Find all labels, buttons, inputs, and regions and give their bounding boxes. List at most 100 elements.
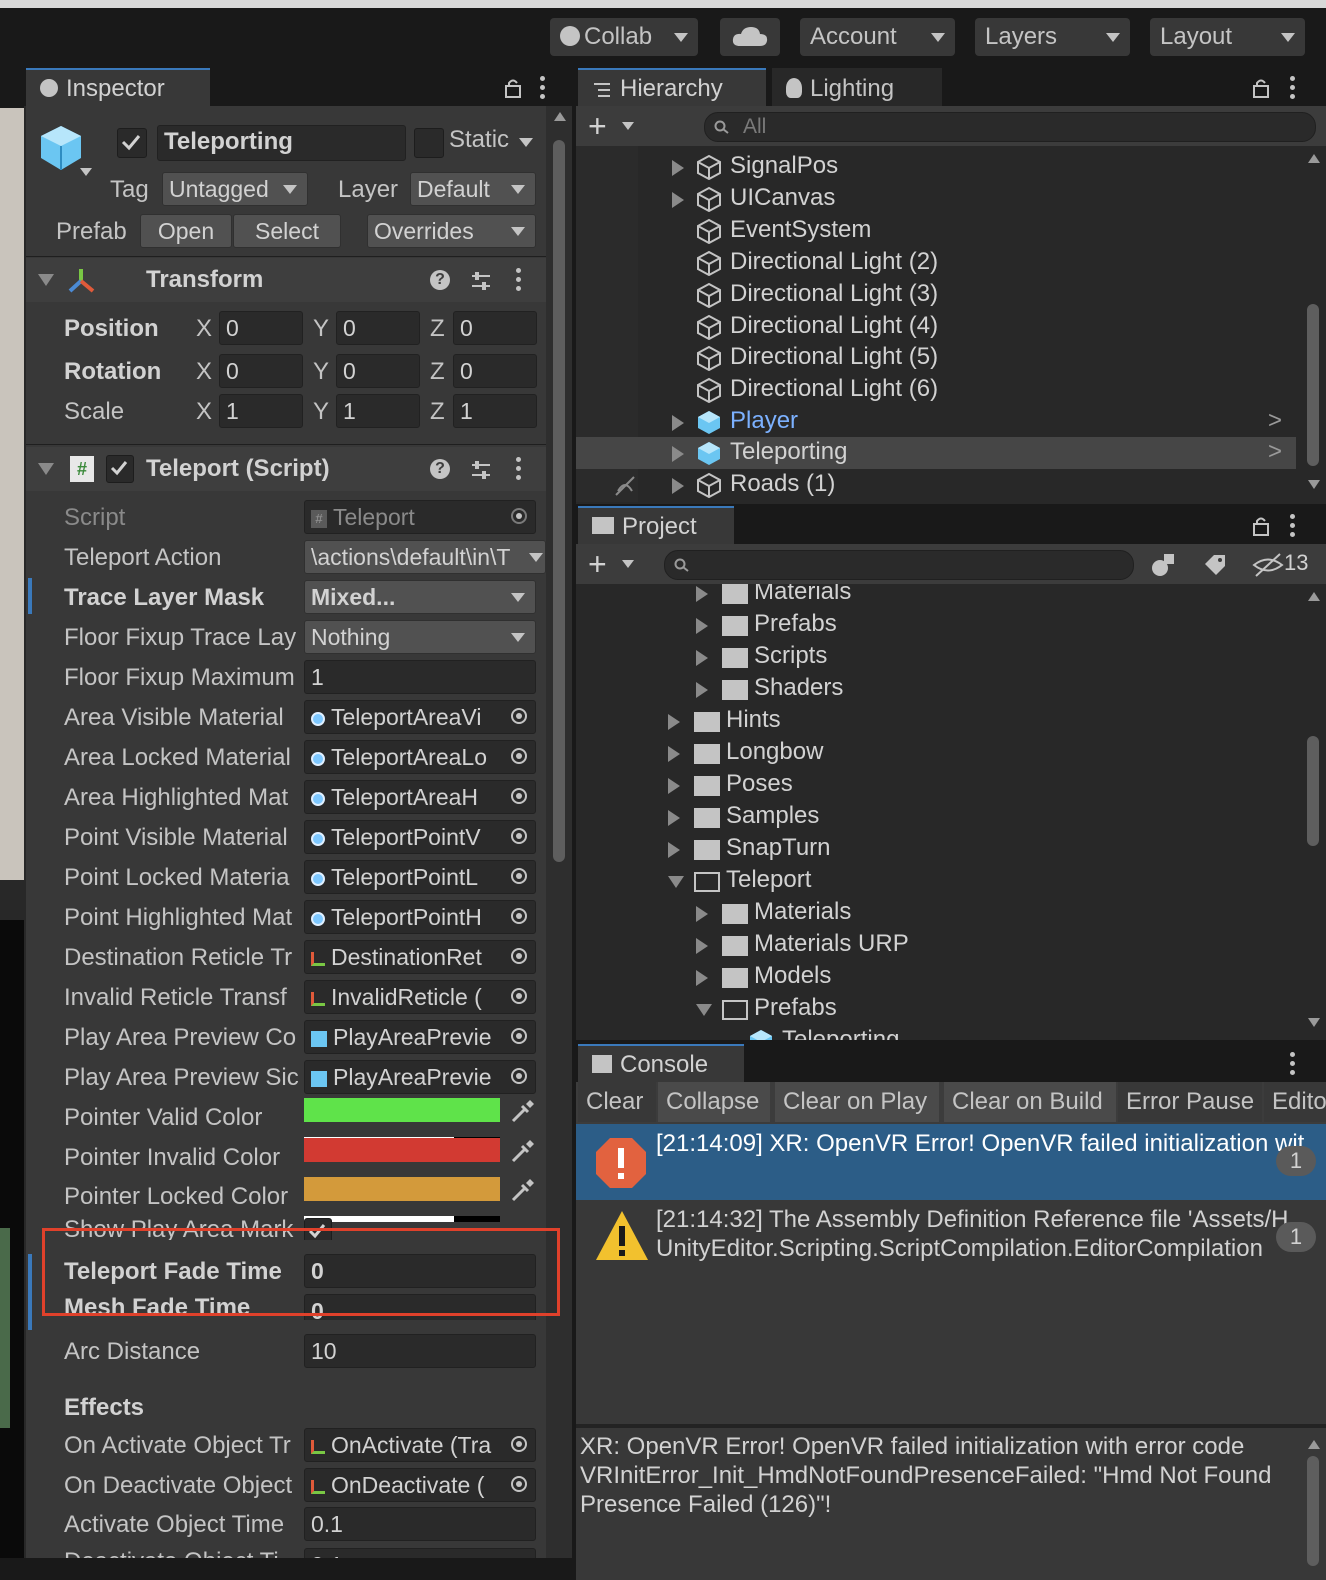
prefab-select-button[interactable]: Select	[233, 214, 341, 248]
rotation-z-input[interactable]: 0	[453, 354, 537, 388]
on-activate-object-field[interactable]: OnActivate (Tra	[304, 1428, 536, 1462]
eyedropper-icon[interactable]	[508, 1098, 536, 1126]
console-clear-on-play-button[interactable]: Clear on Play	[775, 1082, 939, 1122]
pointer-valid-color-swatch[interactable]	[304, 1098, 500, 1143]
object-picker-icon[interactable]	[511, 828, 527, 844]
teleport-action-dropdown[interactable]: \actions\default\in\T	[304, 540, 546, 574]
component-menu-icon[interactable]	[516, 457, 522, 481]
layer-dropdown[interactable]: Default	[410, 172, 536, 206]
help-icon[interactable]: ?	[430, 270, 450, 290]
pointer-locked-color-swatch[interactable]	[304, 1177, 500, 1222]
teleport-script-header[interactable]: # Teleport (Script) ?	[26, 447, 546, 491]
static-chevron-icon[interactable]	[519, 138, 533, 147]
play-area-preview-side-field[interactable]: PlayAreaPrevie	[304, 1060, 536, 1094]
tab-project[interactable]: Project	[578, 506, 734, 544]
prefab-overrides-dropdown[interactable]: Overrides	[367, 214, 536, 248]
prefab-open-button[interactable]: Open	[140, 214, 232, 248]
script-enabled-checkbox[interactable]	[106, 455, 134, 483]
static-checkbox[interactable]	[414, 128, 444, 158]
chevron-down-icon[interactable]	[622, 560, 634, 568]
area-highlighted-material-field[interactable]: TeleportAreaH	[304, 780, 536, 814]
point-locked-material-field[interactable]: TeleportPointL	[304, 860, 536, 894]
console-editor-button[interactable]: Edito	[1264, 1082, 1326, 1122]
hierarchy-scrollbar[interactable]	[1300, 148, 1326, 502]
presets-icon[interactable]	[470, 270, 492, 292]
scene-visibility-icon[interactable]	[612, 473, 638, 499]
console-collapse-button[interactable]: Collapse	[658, 1082, 770, 1122]
hidden-packages-icon[interactable]	[1252, 552, 1284, 578]
transform-header[interactable]: Transform ?	[26, 258, 546, 302]
project-scrollbar[interactable]	[1300, 586, 1326, 1040]
console-log-entry-error[interactable]: [21:14:09] XR: OpenVR Error! OpenVR fail…	[576, 1124, 1326, 1200]
object-name-input[interactable]: Teleporting	[157, 125, 406, 161]
layers-dropdown[interactable]: Layers	[975, 18, 1130, 56]
scale-x-input[interactable]: 1	[219, 394, 303, 428]
presets-icon[interactable]	[470, 459, 492, 481]
tab-inspector[interactable]: Inspector	[26, 68, 210, 106]
kebab-menu-icon[interactable]	[540, 76, 546, 100]
console-detail-scrollbar[interactable]	[1300, 1434, 1326, 1580]
layout-dropdown[interactable]: Layout	[1150, 18, 1305, 56]
object-picker-icon[interactable]	[511, 1068, 527, 1084]
console-clear-on-build-button[interactable]: Clear on Build	[944, 1082, 1116, 1122]
kebab-menu-icon[interactable]	[1290, 1052, 1296, 1076]
object-picker-icon[interactable]	[511, 748, 527, 764]
play-area-preview-corner-field[interactable]: PlayAreaPrevie	[304, 1020, 536, 1054]
point-visible-material-field[interactable]: TeleportPointV	[304, 820, 536, 854]
eyedropper-icon[interactable]	[508, 1138, 536, 1166]
chevron-right-icon[interactable]: >	[1268, 438, 1282, 466]
kebab-menu-icon[interactable]	[1290, 76, 1296, 100]
tab-hierarchy[interactable]: Hierarchy	[578, 68, 766, 106]
console-log-entry-warning[interactable]: [21:14:32] The Assembly Definition Refer…	[576, 1200, 1326, 1276]
add-plus-icon[interactable]: +	[588, 546, 607, 583]
tab-console[interactable]: Console	[578, 1044, 744, 1082]
trace-layer-mask-dropdown[interactable]: Mixed...	[304, 580, 536, 614]
area-visible-material-field[interactable]: TeleportAreaVi	[304, 700, 536, 734]
object-picker-icon[interactable]	[511, 788, 527, 804]
object-picker-icon[interactable]	[511, 708, 527, 724]
search-by-type-icon[interactable]	[1150, 552, 1178, 578]
floor-fixup-trace-dropdown[interactable]: Nothing	[304, 620, 536, 654]
object-picker-icon[interactable]	[511, 948, 527, 964]
tab-lighting[interactable]: Lighting	[772, 68, 942, 106]
position-z-input[interactable]: 0	[453, 311, 537, 345]
lock-icon[interactable]	[1252, 78, 1270, 98]
inspector-scrollbar-thumb[interactable]	[553, 140, 565, 862]
object-picker-icon[interactable]	[511, 908, 527, 924]
hierarchy-scrollbar-thumb[interactable]	[1307, 304, 1319, 466]
lock-icon[interactable]	[504, 78, 522, 98]
deactivate-object-time-input[interactable]: 0.1	[304, 1548, 536, 1558]
arc-distance-input[interactable]: 10	[304, 1334, 536, 1368]
help-icon[interactable]: ?	[430, 459, 450, 479]
label-tag-icon[interactable]	[1202, 552, 1228, 578]
object-picker-icon[interactable]	[511, 1028, 527, 1044]
inspector-scrollbar-track[interactable]	[546, 106, 572, 1580]
eyedropper-icon[interactable]	[508, 1177, 536, 1205]
object-picker-icon[interactable]	[511, 868, 527, 884]
chevron-right-icon[interactable]: >	[1268, 407, 1282, 435]
hierarchy-search-input[interactable]: All	[704, 112, 1316, 142]
point-highlighted-material-field[interactable]: TeleportPointH	[304, 900, 536, 934]
active-checkbox[interactable]	[117, 128, 147, 158]
scale-y-input[interactable]: 1	[336, 394, 420, 428]
position-x-input[interactable]: 0	[219, 311, 303, 345]
rotation-y-input[interactable]: 0	[336, 354, 420, 388]
component-menu-icon[interactable]	[516, 268, 522, 292]
cloud-button[interactable]	[720, 18, 780, 56]
add-plus-icon[interactable]: +	[588, 108, 607, 145]
activate-object-time-input[interactable]: 0.1	[304, 1507, 536, 1541]
project-scrollbar-thumb[interactable]	[1307, 736, 1319, 846]
floor-fixup-maximum-input[interactable]: 1	[304, 660, 536, 694]
kebab-menu-icon[interactable]	[1290, 514, 1296, 538]
console-clear-button[interactable]: Clear	[578, 1082, 656, 1122]
on-deactivate-object-field[interactable]: OnDeactivate (	[304, 1468, 536, 1502]
console-detail-scrollbar-thumb[interactable]	[1307, 1456, 1319, 1566]
lock-icon[interactable]	[1252, 516, 1270, 536]
scale-z-input[interactable]: 1	[453, 394, 537, 428]
invalid-reticle-field[interactable]: InvalidReticle (	[304, 980, 536, 1014]
position-y-input[interactable]: 0	[336, 311, 420, 345]
area-locked-material-field[interactable]: TeleportAreaLo	[304, 740, 536, 774]
object-picker-icon[interactable]	[511, 1476, 527, 1492]
project-search-input[interactable]	[664, 550, 1134, 580]
pointer-invalid-color-swatch[interactable]	[304, 1138, 500, 1183]
